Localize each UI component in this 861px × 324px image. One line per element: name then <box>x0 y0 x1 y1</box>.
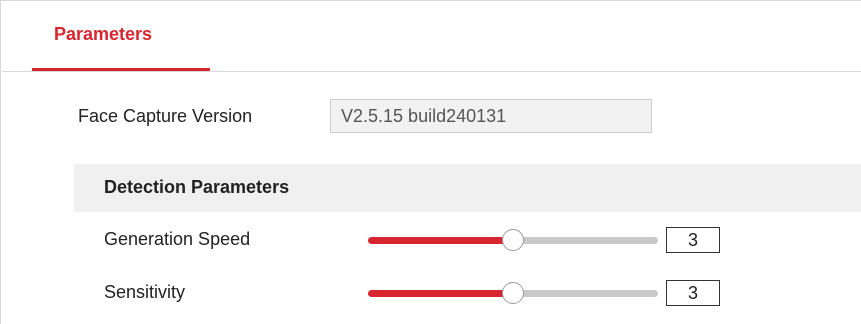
tab-parameters-label: Parameters <box>54 24 153 44</box>
sensitivity-slider-fill <box>368 290 513 297</box>
detection-parameters-title: Detection Parameters <box>104 177 290 197</box>
tab-bar: Parameters <box>2 1 861 72</box>
parameters-panel: Parameters Face Capture Version V2.5.15 … <box>0 0 861 324</box>
generation-speed-value-input[interactable]: 3 <box>666 227 720 253</box>
face-capture-version-label: Face Capture Version <box>78 106 253 126</box>
detection-parameters-header: Detection Parameters <box>74 164 861 212</box>
generation-speed-label: Generation Speed <box>104 229 251 249</box>
generation-speed-slider-handle[interactable] <box>502 229 524 251</box>
face-capture-version-field: V2.5.15 build240131 <box>330 99 652 133</box>
sensitivity-label: Sensitivity <box>104 282 186 302</box>
sensitivity-slider-handle[interactable] <box>502 282 524 304</box>
sensitivity-row: Sensitivity 3 <box>104 279 804 309</box>
generation-speed-slider[interactable] <box>368 229 658 251</box>
generation-speed-row: Generation Speed 3 <box>104 226 804 256</box>
sensitivity-value-input[interactable]: 3 <box>666 280 720 306</box>
sensitivity-slider[interactable] <box>368 282 658 304</box>
generation-speed-slider-fill <box>368 237 513 244</box>
tab-parameters[interactable]: Parameters <box>32 21 210 71</box>
